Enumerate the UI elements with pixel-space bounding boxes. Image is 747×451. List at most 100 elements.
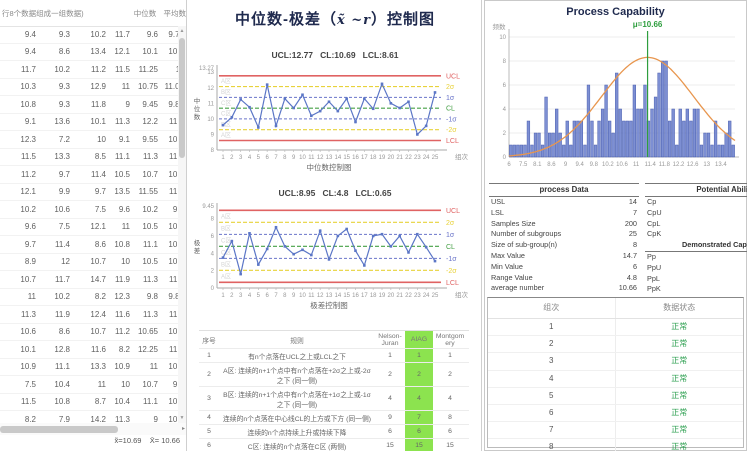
histogram-bar	[725, 133, 728, 157]
x-tick: 13	[326, 293, 333, 299]
y-tick: 4	[503, 107, 507, 113]
table-row: 10.68.610.711.210.6510.7	[0, 324, 186, 342]
data-point	[292, 253, 295, 256]
histogram-bar	[704, 133, 707, 157]
data-point	[222, 124, 225, 127]
x-tick: 6	[507, 162, 511, 168]
vertical-scroll-thumb[interactable]	[179, 38, 185, 158]
data-line	[223, 84, 435, 135]
process-row: Size of sub-group(n)8	[489, 240, 639, 251]
limit-label: UCL	[446, 73, 460, 80]
cell: 10.6	[36, 205, 70, 214]
y-axis-label: 极	[194, 238, 201, 247]
data-point	[310, 114, 313, 117]
cell: 11.6	[70, 345, 106, 354]
limit-label: -2σ	[446, 127, 457, 134]
cell: 7.5	[6, 380, 36, 389]
y-axis-label: 频数	[493, 22, 507, 31]
histogram-bar	[619, 109, 622, 157]
x-tick: 13.4	[715, 162, 727, 168]
cell: 11.1	[130, 397, 158, 406]
x-tick: 20	[387, 155, 394, 161]
horizontal-scrollbar[interactable]: ▸	[0, 423, 186, 435]
horizontal-scroll-thumb[interactable]	[0, 426, 118, 433]
ability-label: PpL	[645, 274, 660, 285]
process-label: Range Value	[489, 273, 533, 284]
y-tick: 6	[503, 83, 507, 89]
zone-label: B区	[221, 89, 231, 96]
status-row: 5正常	[488, 388, 743, 405]
cell: 8.5	[70, 152, 106, 161]
process-label: Samples Size	[489, 219, 536, 230]
y-tick: 10	[499, 35, 506, 41]
data-point	[425, 125, 428, 128]
vertical-scrollbar[interactable]: ▲ ▼	[178, 26, 186, 423]
y-tick: 2	[503, 131, 507, 137]
cell: 6	[433, 425, 467, 438]
cell: 10	[106, 257, 130, 266]
process-value: 14.7	[623, 251, 639, 262]
x-tick: 9.4	[575, 162, 584, 168]
cell: 10.5	[106, 170, 130, 179]
cell: 1	[199, 349, 219, 362]
cell: 15	[433, 439, 467, 451]
cell: A区: 连续的n+1个点中有n个点落在+2σ之上或-2σ之下 (同一侧)	[219, 363, 375, 386]
process-value: 4.8	[627, 273, 639, 284]
title-symbol: x̃ ~r	[337, 13, 371, 28]
cell: 10.7	[6, 275, 36, 284]
cell: 2	[433, 363, 467, 386]
histogram-bar	[605, 85, 608, 157]
process-row: USL14	[489, 197, 639, 208]
median-chart-limits: UCL:12.77 CL:10.69 LCL:8.61	[189, 50, 481, 60]
histogram-bar	[559, 133, 562, 157]
data-point	[407, 251, 410, 254]
cell: 10.2	[6, 205, 36, 214]
cell: 11.3	[106, 117, 130, 126]
process-data-title: process Data	[489, 183, 639, 197]
data-point	[434, 91, 437, 94]
x-tick: 22	[405, 293, 412, 299]
table-row: 9.711.48.610.811.110.7	[0, 236, 186, 254]
data-point	[434, 260, 437, 263]
cell: 11.5	[6, 152, 36, 161]
histogram-bar	[697, 109, 700, 157]
y-tick: 6	[211, 234, 215, 240]
cell: 12.25	[130, 345, 158, 354]
data-point	[239, 98, 242, 101]
rules-table-body: 1有n个点落在UCL之上或LCL之下1112A区: 连续的n+1个点中有n个点落…	[199, 349, 469, 451]
group-number: 5	[488, 388, 616, 404]
scroll-down-icon[interactable]: ▼	[178, 415, 186, 421]
table-footer-stats: x̃=10.69 X̄= 10.66	[0, 436, 180, 445]
process-row: average number10.66	[489, 283, 639, 294]
table-row: 11.510.88.710.411.110.8	[0, 394, 186, 412]
process-value: 7	[633, 208, 639, 219]
title-post: ）控制图	[371, 11, 435, 28]
ability-label: PpU	[645, 263, 661, 274]
table-row: 9.113.610.111.312.211.6	[0, 114, 186, 132]
status-badge: 正常	[616, 319, 744, 335]
mean-column-header: 平均数	[156, 8, 186, 19]
cell: 10.65	[130, 327, 158, 336]
cell: 13.6	[36, 117, 70, 126]
ability-label: CpK	[645, 229, 661, 240]
scroll-right-icon[interactable]: ▸	[182, 425, 185, 432]
ability-row: PpU	[645, 263, 747, 274]
ability-row: PpL	[645, 274, 747, 285]
histogram-bar	[700, 145, 703, 157]
cell: 7.5	[36, 222, 70, 231]
data-point	[275, 226, 278, 229]
zone-label: A区	[221, 78, 231, 85]
data-point	[328, 100, 331, 103]
y-tick: 9.45	[202, 204, 214, 210]
cell: 11	[130, 362, 158, 371]
histogram-bar	[594, 145, 597, 157]
scroll-up-icon[interactable]: ▲	[178, 28, 186, 34]
cell: 2	[199, 363, 219, 386]
ability-table: Potential Ability CpCpUCpLCpKDemonstrate…	[645, 183, 747, 295]
rules-row: 5连续的n个点持续上升或持续下降666	[199, 425, 469, 439]
data-point	[301, 93, 304, 96]
cell: 9.4	[6, 47, 36, 56]
median-control-chart: 891011121313.27UCL2σ1σCL-1σ-2σLCLA区B区C区C…	[189, 62, 481, 184]
cell: 7.5	[70, 205, 106, 214]
page-title: 中位数-极差（x̃ ~r）控制图	[189, 8, 481, 29]
